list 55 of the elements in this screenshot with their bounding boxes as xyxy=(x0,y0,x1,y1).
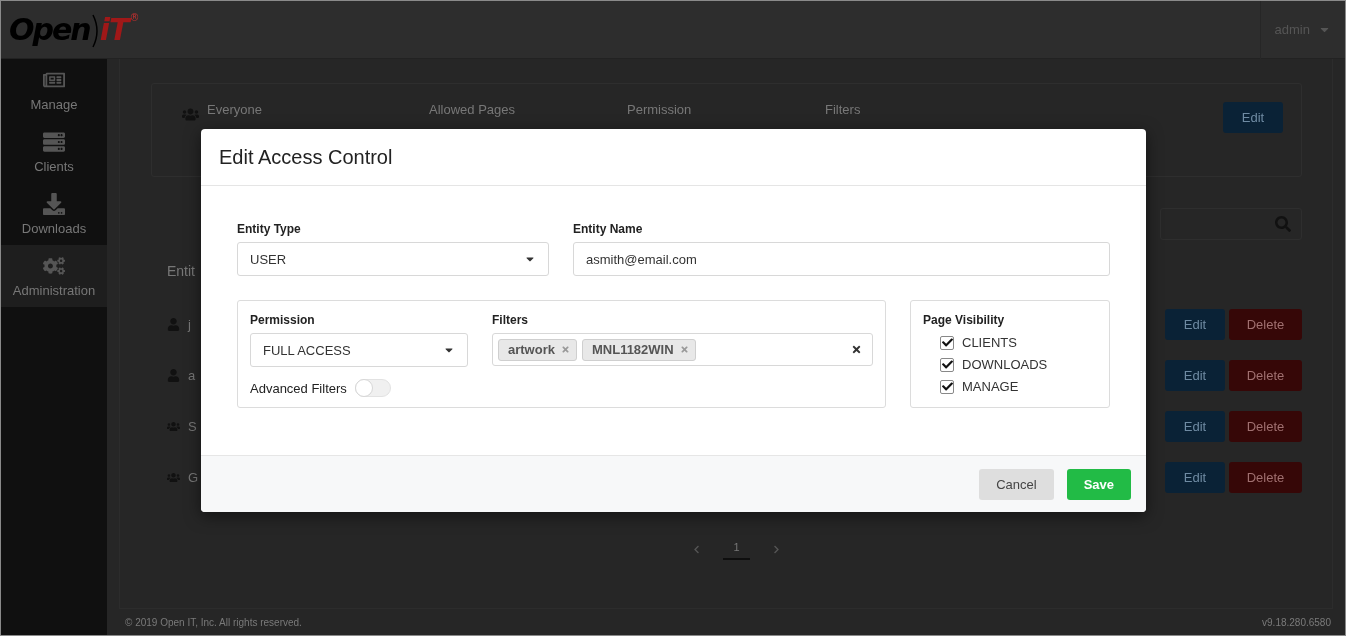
chevron-left-icon[interactable] xyxy=(692,545,702,554)
delete-button[interactable]: Delete xyxy=(1229,462,1302,493)
gears-icon xyxy=(43,254,65,277)
page-link[interactable]: 1 xyxy=(723,539,750,560)
column-heading: Entit xyxy=(167,263,196,279)
delete-button[interactable]: Delete xyxy=(1229,309,1302,340)
edit-button[interactable]: Edit xyxy=(1165,309,1225,340)
entity-name: Everyone xyxy=(207,102,263,117)
server-icon xyxy=(43,130,65,153)
field-label: Entity Name xyxy=(573,222,644,236)
remove-icon[interactable] xyxy=(560,345,570,354)
delete-button[interactable]: Delete xyxy=(1229,360,1302,391)
entity-name: a xyxy=(188,368,196,383)
checkbox-label: DOWNLOADS xyxy=(962,357,1048,372)
chevron-right-icon[interactable] xyxy=(771,545,781,554)
checkbox-label: MANAGE xyxy=(962,379,1019,394)
search-field[interactable] xyxy=(1160,208,1302,240)
save-button[interactable]: Save xyxy=(1066,468,1131,500)
edit-button[interactable]: Edit xyxy=(1223,102,1283,133)
dialog-title: Edit Access Control xyxy=(219,145,393,169)
download-icon xyxy=(43,192,65,215)
filter-tag[interactable]: artwork xyxy=(498,338,577,361)
entity-name: S xyxy=(188,419,197,434)
logo-mark: iT xyxy=(99,11,129,47)
checkbox[interactable] xyxy=(940,379,954,394)
field-label: Filters xyxy=(492,313,529,327)
column-heading: Filters xyxy=(825,102,862,117)
arc-icon xyxy=(91,13,99,48)
filters-field[interactable]: artwork MNL1182WIN xyxy=(492,333,873,366)
clear-icon[interactable] xyxy=(851,344,862,355)
field-label: Permission xyxy=(250,313,316,327)
sidebar-item[interactable]: Administration xyxy=(1,245,107,307)
field-label: Entity Type xyxy=(237,222,302,236)
column-heading: Permission xyxy=(627,102,693,117)
column-heading: Allowed Pages xyxy=(429,102,516,117)
permission-select[interactable]: FULL ACCESS xyxy=(250,333,468,367)
remove-icon[interactable] xyxy=(679,345,689,354)
entity-name: j xyxy=(188,317,191,332)
filter-tag[interactable]: MNL1182WIN xyxy=(581,338,696,361)
edit-button[interactable]: Edit xyxy=(1165,411,1225,442)
version-text: v9.18.280.6580 xyxy=(1262,616,1331,628)
delete-button[interactable]: Delete xyxy=(1229,411,1302,442)
checkbox-label: CLIENTS xyxy=(962,335,1017,350)
checkbox[interactable] xyxy=(940,335,954,350)
panel-title: Page Visibility xyxy=(923,313,1006,327)
edit-button[interactable]: Edit xyxy=(1165,462,1225,493)
entity-name-field[interactable]: asmith@email.com xyxy=(573,242,1110,276)
checkbox[interactable] xyxy=(940,357,954,372)
cancel-button[interactable]: Cancel xyxy=(979,468,1054,500)
copyright-text: © 2019 Open IT, Inc. All rights reserved. xyxy=(125,616,302,628)
toggle-label: Advanced Filters xyxy=(250,380,347,396)
entity-type-select[interactable]: USER xyxy=(237,242,549,276)
advanced-filters-toggle[interactable] xyxy=(354,379,391,397)
edit-button[interactable]: Edit xyxy=(1165,360,1225,391)
entity-name: G xyxy=(188,470,199,485)
